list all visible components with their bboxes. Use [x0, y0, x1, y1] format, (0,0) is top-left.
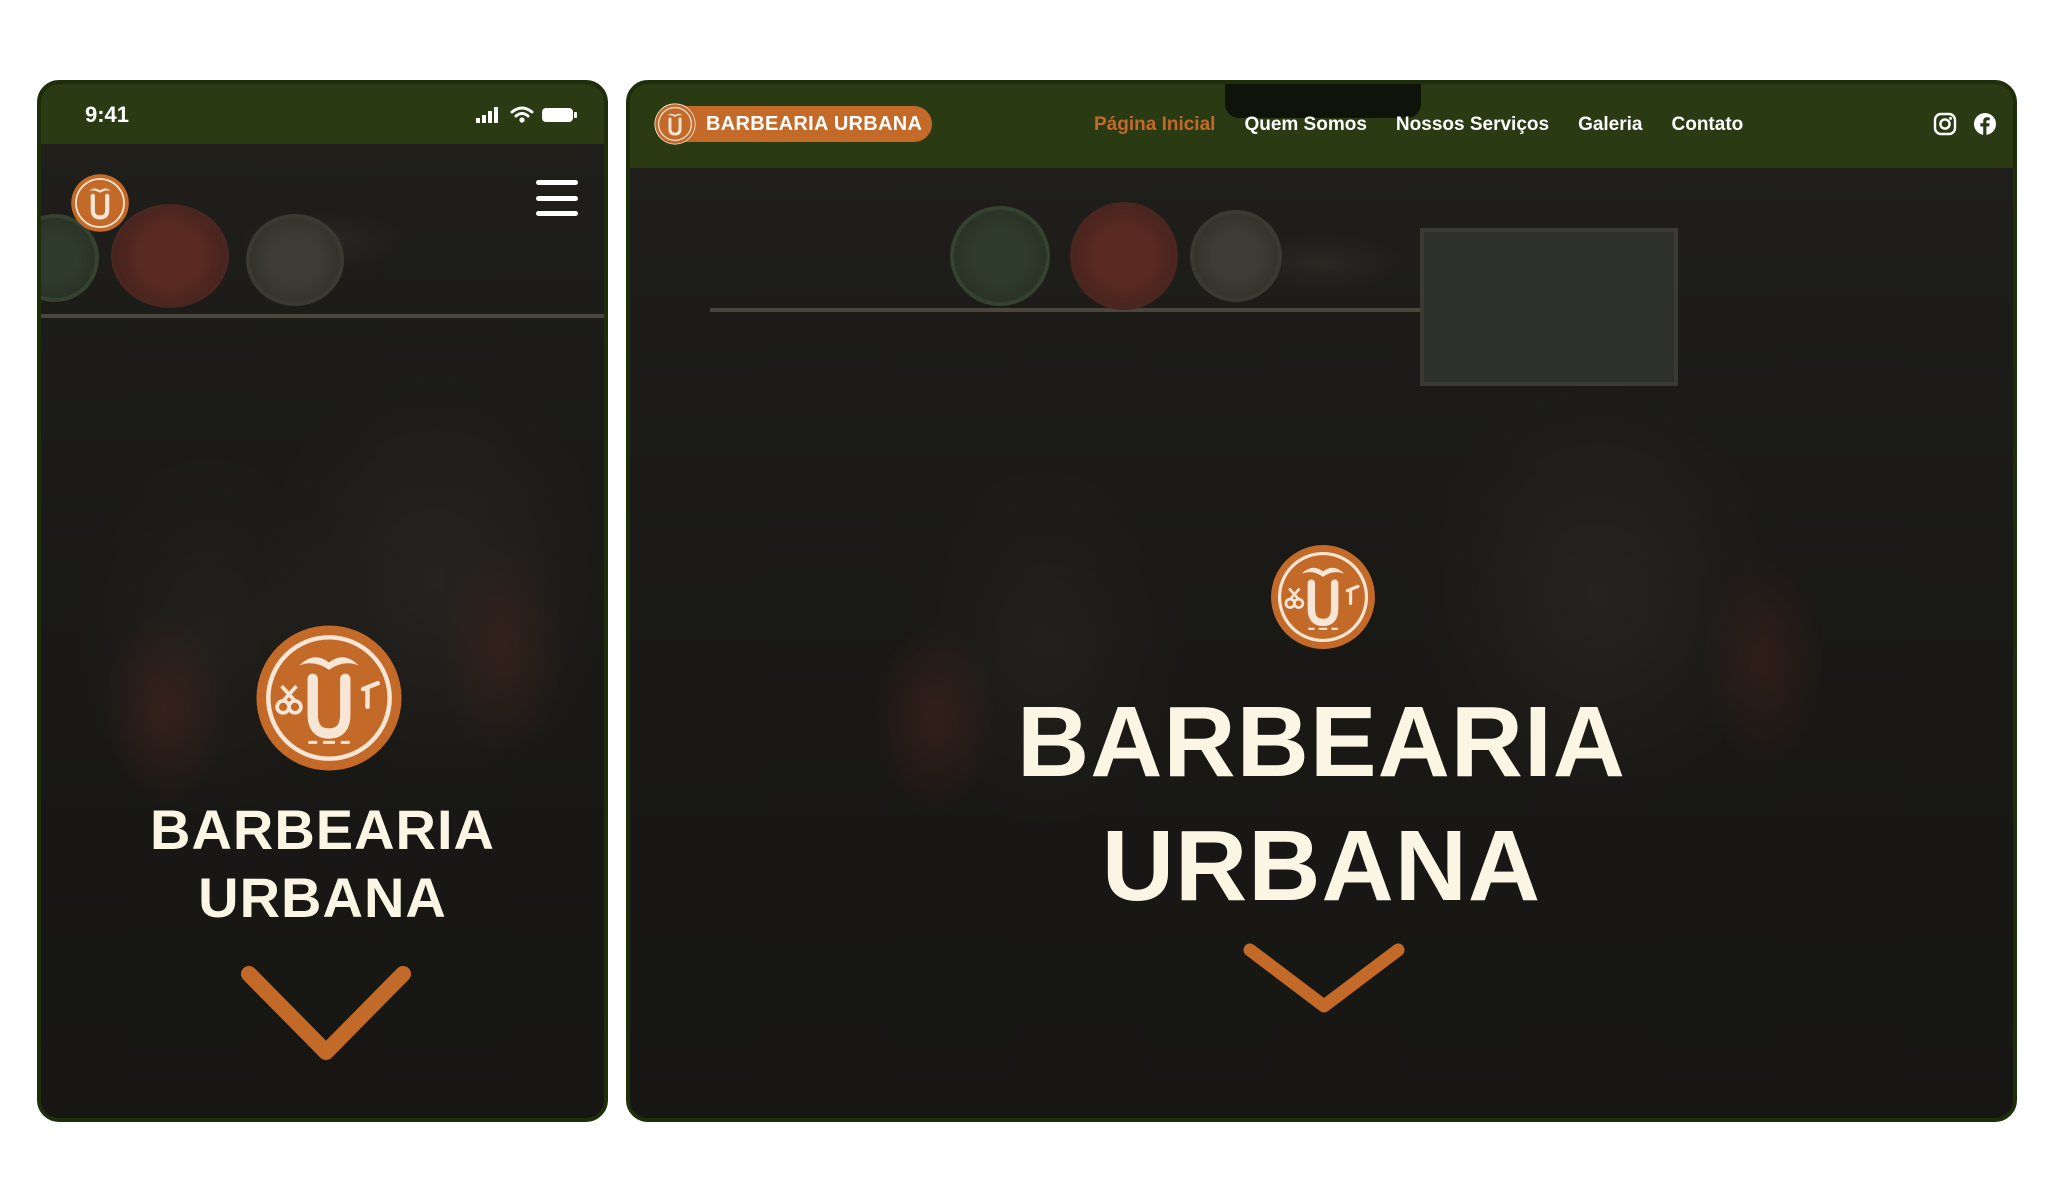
- hero-title: BARBEARIA URBANA: [41, 796, 604, 932]
- main-nav: Página Inicial Quem Somos Nossos Serviço…: [1094, 114, 1743, 136]
- hero-title-line2: URBANA: [1101, 810, 1542, 922]
- nav-link-galeria[interactable]: Galeria: [1578, 114, 1642, 136]
- signal-icon: [476, 107, 498, 123]
- hamburger-menu-icon[interactable]: [536, 180, 578, 216]
- chevron-down-icon: [1243, 943, 1405, 1013]
- barbershop-logo-icon: [71, 174, 129, 232]
- camera-notch: [1225, 84, 1421, 118]
- hero-title-line1: BARBEARIA: [1017, 686, 1626, 798]
- status-icons: [476, 106, 578, 124]
- top-navbar: BARBEARIA URBANA Página Inicial Quem Som…: [630, 84, 2013, 168]
- hero-title: BARBEARIA URBANA: [630, 680, 2013, 928]
- facebook-icon[interactable]: [1973, 112, 1997, 136]
- hero-title-line2: URBANA: [198, 866, 447, 929]
- header-logo[interactable]: [70, 173, 130, 238]
- battery-icon: [542, 108, 577, 122]
- hero-logo-badge: [255, 624, 403, 777]
- nav-link-nossos-servicos[interactable]: Nossos Serviços: [1396, 114, 1549, 136]
- social-links: [1933, 112, 1997, 136]
- brand-name: BARBEARIA URBANA: [706, 112, 923, 135]
- brand-logo-button[interactable]: BARBEARIA URBANA: [654, 103, 932, 145]
- hero-title-line1: BARBEARIA: [150, 798, 495, 861]
- nav-link-contato[interactable]: Contato: [1672, 114, 1744, 136]
- barbershop-logo-icon: [1271, 545, 1375, 649]
- nav-link-pagina-inicial[interactable]: Página Inicial: [1094, 114, 1215, 136]
- status-time: 9:41: [85, 102, 130, 127]
- barbershop-logo-icon: [256, 625, 402, 771]
- chevron-down-icon: [241, 966, 411, 1060]
- scroll-down-button[interactable]: [241, 964, 411, 1069]
- status-bar: 9:41: [41, 84, 604, 144]
- mobile-mockup: 9:41 BARBEARIA URBANA: [37, 80, 608, 1122]
- scroll-down-button[interactable]: [1242, 942, 1406, 1021]
- desktop-mockup: BARBEARIA URBANA Página Inicial Quem Som…: [626, 80, 2017, 1122]
- nav-link-quem-somos[interactable]: Quem Somos: [1244, 114, 1366, 136]
- hero-logo-badge: [1270, 544, 1376, 655]
- barbershop-logo-icon: [654, 103, 696, 145]
- wifi-icon: [510, 106, 534, 123]
- instagram-icon[interactable]: [1933, 112, 1957, 136]
